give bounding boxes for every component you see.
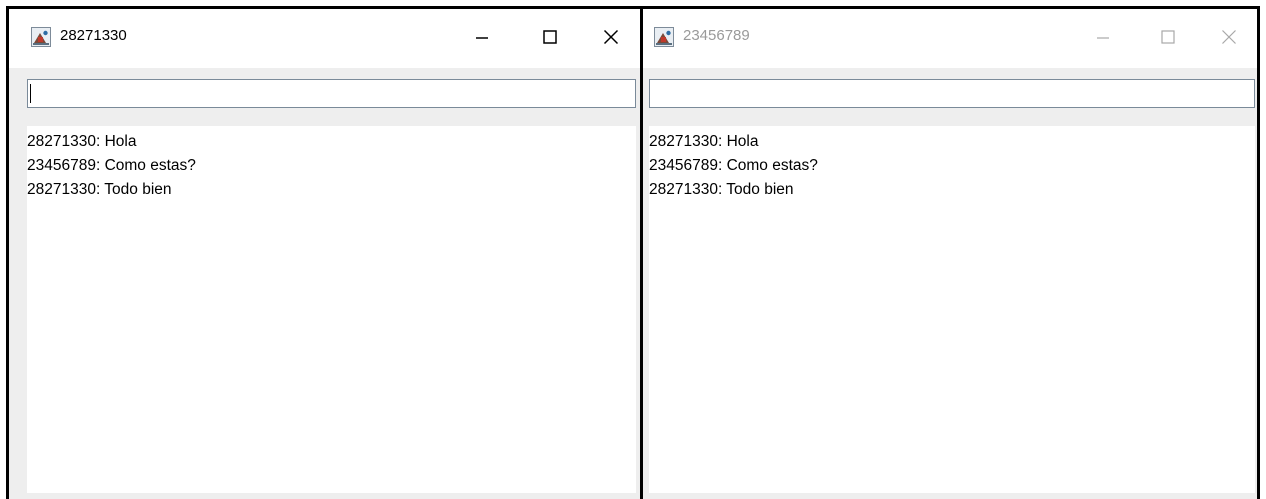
close-button[interactable]: [588, 19, 634, 55]
text-caret: [30, 84, 31, 103]
maximize-icon: [1161, 30, 1175, 44]
window-title: 23456789: [683, 27, 750, 44]
java-app-icon: [31, 27, 51, 47]
chat-message: 23456789: Como estas?: [649, 157, 818, 174]
content-pane: 28271330: Hola 23456789: Como estas? 282…: [643, 68, 1257, 499]
chat-history[interactable]: 28271330: Hola 23456789: Como estas? 282…: [27, 126, 636, 493]
content-pane: 28271330: Hola 23456789: Como estas? 282…: [9, 68, 640, 499]
chat-window-2: 23456789 28271330: Hola 23456789: Como e…: [643, 9, 1257, 499]
title-bar[interactable]: 23456789: [643, 9, 1257, 68]
close-button[interactable]: [1206, 19, 1252, 55]
chat-message: 28271330: Todo bien: [649, 181, 794, 198]
maximize-button[interactable]: [527, 19, 573, 55]
maximize-button[interactable]: [1145, 19, 1191, 55]
chat-message: 23456789: Como estas?: [27, 157, 196, 174]
message-input[interactable]: [27, 79, 636, 108]
minimize-button[interactable]: [1080, 19, 1126, 55]
minimize-icon: [1097, 37, 1109, 39]
maximize-icon: [543, 30, 557, 44]
message-input[interactable]: [649, 79, 1255, 108]
chat-message: 28271330: Todo bien: [27, 181, 172, 198]
chat-window-1: 28271330 28271330: Hola 23456789: Como e…: [9, 9, 640, 499]
title-bar[interactable]: 28271330: [9, 9, 640, 68]
close-icon: [603, 29, 619, 45]
java-app-icon: [654, 27, 674, 47]
minimize-icon: [476, 37, 488, 39]
window-title: 28271330: [60, 27, 127, 44]
chat-message: 28271330: Hola: [27, 133, 137, 150]
minimize-button[interactable]: [459, 19, 505, 55]
close-icon: [1222, 30, 1236, 44]
screenshot-frame: 28271330 28271330: Hola 23456789: Como e…: [6, 6, 1260, 499]
chat-message: 28271330: Hola: [649, 133, 759, 150]
chat-history[interactable]: 28271330: Hola 23456789: Como estas? 282…: [649, 126, 1255, 493]
